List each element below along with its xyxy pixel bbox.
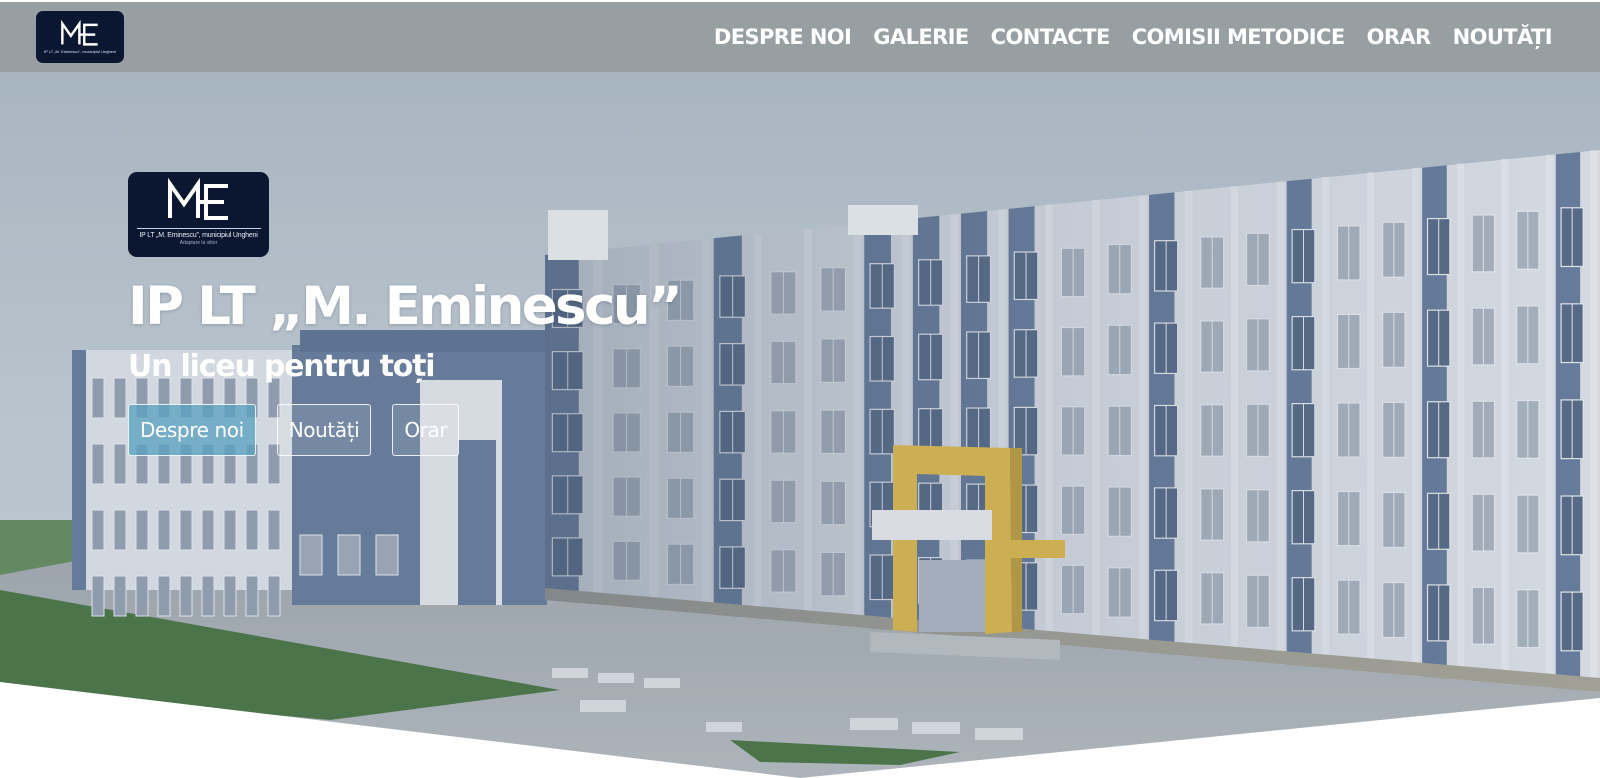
hero-logo: IP LT „M. Eminescu”, municipiul Ungheni … (128, 172, 269, 257)
logo-caption: IP LT „M. Eminescu”, municipiul Ungheni (43, 49, 117, 54)
nav-orar[interactable]: ORAR (1367, 25, 1432, 49)
nav-comisii-metodice[interactable]: COMISII METODICE (1132, 25, 1345, 49)
me-monogram-icon (167, 178, 228, 220)
site-logo[interactable]: IP LT „M. Eminescu”, municipiul Ungheni (36, 11, 124, 63)
orar-button[interactable]: Orar (392, 404, 460, 457)
main-menu: DESPRE NOI GALERIE CONTACTE COMISII METO… (714, 25, 1553, 49)
logo-caption: IP LT „M. Eminescu”, municipiul Ungheni (139, 232, 258, 239)
hero-section: IP LT „M. Eminescu”, municipiul Ungheni … (128, 172, 683, 457)
nav-galerie[interactable]: GALERIE (873, 25, 969, 49)
logo-tagline: Adaptare la viitor (179, 240, 218, 246)
hero-subtitle: Un liceu pentru toți (128, 348, 436, 384)
nav-contacte[interactable]: CONTACTE (991, 25, 1111, 49)
nav-despre-noi[interactable]: DESPRE NOI (714, 25, 852, 49)
hero-button-group: Despre noi Noutăți Orar (128, 404, 680, 457)
hero-title: IP LT „M. Eminescu” (128, 276, 683, 337)
top-navigation-bar: IP LT „M. Eminescu”, municipiul Ungheni … (0, 0, 1600, 72)
nav-noutati[interactable]: NOUTĂȚI (1453, 25, 1553, 49)
noutati-button[interactable]: Noutăți (276, 404, 372, 457)
me-monogram-icon (61, 20, 98, 46)
despre-noi-button[interactable]: Despre noi (128, 404, 256, 457)
logo-divider (136, 228, 261, 229)
